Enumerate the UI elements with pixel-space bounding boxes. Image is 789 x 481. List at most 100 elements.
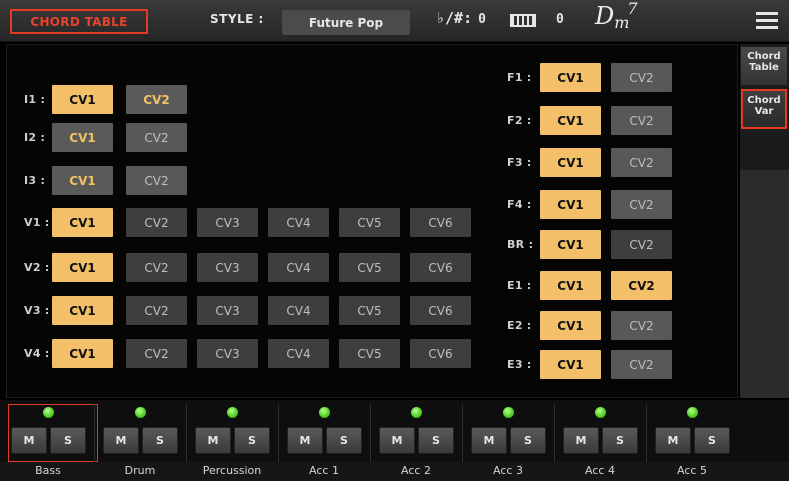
- mute-button[interactable]: M: [655, 427, 691, 454]
- track-percussion[interactable]: M S Percussion: [186, 400, 278, 481]
- cv-button-i2-cv2[interactable]: CV2: [126, 123, 187, 152]
- mute-button[interactable]: M: [103, 427, 139, 454]
- cv-button-f2-cv1[interactable]: CV1: [540, 106, 601, 135]
- cv-button-v3-cv6[interactable]: CV6: [410, 296, 471, 325]
- cv-button-v1-cv3[interactable]: CV3: [197, 208, 258, 237]
- cv-button-v1-cv4[interactable]: CV4: [268, 208, 329, 237]
- cv-button-v4-cv2[interactable]: CV2: [126, 339, 187, 368]
- cv-button-v4-cv4[interactable]: CV4: [268, 339, 329, 368]
- cv-button-f1-cv2[interactable]: CV2: [611, 63, 672, 92]
- tab-chord-table[interactable]: Chord Table: [741, 47, 787, 85]
- cv-button-v2-cv4[interactable]: CV4: [268, 253, 329, 282]
- mute-button[interactable]: M: [195, 427, 231, 454]
- solo-button[interactable]: S: [326, 427, 362, 454]
- cv-button-v1-cv1[interactable]: CV1: [52, 208, 113, 237]
- track-divider: [370, 404, 371, 462]
- track-bass[interactable]: M S Bass: [2, 400, 98, 481]
- style-label: STYLE :: [210, 12, 264, 26]
- solo-button[interactable]: S: [602, 427, 638, 454]
- cv-button-v2-cv2[interactable]: CV2: [126, 253, 187, 282]
- octave-value: 0: [556, 12, 564, 27]
- cv-button-e2-cv1[interactable]: CV1: [540, 311, 601, 340]
- side-tabs-empty: [740, 170, 789, 398]
- mute-button[interactable]: M: [471, 427, 507, 454]
- cv-button-v1-cv5[interactable]: CV5: [339, 208, 400, 237]
- chord-root: D: [595, 2, 615, 30]
- track-acc5[interactable]: M S Acc 5: [646, 400, 738, 481]
- cv-button-v4-cv3[interactable]: CV3: [197, 339, 258, 368]
- cv-button-v4-cv6[interactable]: CV6: [410, 339, 471, 368]
- cv-button-v2-cv3[interactable]: CV3: [197, 253, 258, 282]
- mute-button[interactable]: M: [11, 427, 47, 454]
- menu-icon[interactable]: [756, 12, 778, 30]
- track-led-icon: [135, 407, 146, 418]
- cv-button-f4-cv2[interactable]: CV2: [611, 190, 672, 219]
- cv-button-v4-cv1[interactable]: CV1: [52, 339, 113, 368]
- cv-button-v2-cv6[interactable]: CV6: [410, 253, 471, 282]
- cv-button-e2-cv2[interactable]: CV2: [611, 311, 672, 340]
- track-acc2[interactable]: M S Acc 2: [370, 400, 462, 481]
- track-led-icon: [687, 407, 698, 418]
- track-name: Bass: [35, 464, 61, 477]
- tab-chord-var[interactable]: Chord Var: [741, 89, 787, 129]
- cv-button-i2-cv1[interactable]: CV1: [52, 123, 113, 152]
- cv-button-br-cv2[interactable]: CV2: [611, 230, 672, 259]
- style-name-button[interactable]: Future Pop: [282, 10, 410, 35]
- cv-button-e3-cv1[interactable]: CV1: [540, 350, 601, 379]
- track-acc3[interactable]: M S Acc 3: [462, 400, 554, 481]
- solo-button[interactable]: S: [142, 427, 178, 454]
- track-led-icon: [43, 407, 54, 418]
- track-acc1[interactable]: M S Acc 1: [278, 400, 370, 481]
- cv-button-v2-cv5[interactable]: CV5: [339, 253, 400, 282]
- cv-button-i3-cv1[interactable]: CV1: [52, 166, 113, 195]
- cv-button-e1-cv2[interactable]: CV2: [611, 271, 672, 300]
- track-name: Percussion: [202, 464, 262, 477]
- mute-button[interactable]: M: [379, 427, 415, 454]
- cv-button-v3-cv2[interactable]: CV2: [126, 296, 187, 325]
- cv-button-i3-cv2[interactable]: CV2: [126, 166, 187, 195]
- chord-variation-panel: I1 : CV1 CV2 I2 : CV1 CV2 I3 : CV1 CV2 V1 : CV1 CV2…: [6, 44, 738, 398]
- mute-button[interactable]: M: [287, 427, 323, 454]
- cv-button-v3-cv5[interactable]: CV5: [339, 296, 400, 325]
- cv-button-f4-cv1[interactable]: CV1: [540, 190, 601, 219]
- track-acc4[interactable]: M S Acc 4: [554, 400, 646, 481]
- cv-button-v3-cv4[interactable]: CV4: [268, 296, 329, 325]
- track-name: Acc 4: [585, 464, 615, 477]
- cv-button-e3-cv2[interactable]: CV2: [611, 350, 672, 379]
- cv-button-e1-cv1[interactable]: CV1: [540, 271, 601, 300]
- side-tabs: Chord Table Chord Var: [740, 44, 789, 398]
- chord-display: Dm7: [595, 0, 640, 32]
- cv-button-v4-cv5[interactable]: CV5: [339, 339, 400, 368]
- cv-button-v1-cv6[interactable]: CV6: [410, 208, 471, 237]
- track-strip: M S Bass M S Drum M S Percussion M S Acc 1 M S Acc 2MS…: [0, 400, 789, 481]
- transpose-display[interactable]: ♭/#: 0: [436, 9, 486, 27]
- cv-button-v3-cv3[interactable]: CV3: [197, 296, 258, 325]
- track-name: Acc 5: [677, 464, 707, 477]
- page-title-button[interactable]: CHORD TABLE: [10, 9, 148, 34]
- track-led-icon: [227, 407, 238, 418]
- cv-button-f3-cv1[interactable]: CV1: [540, 148, 601, 177]
- solo-button[interactable]: S: [418, 427, 454, 454]
- solo-button[interactable]: S: [50, 427, 86, 454]
- track-led-icon: [411, 407, 422, 418]
- cv-button-f2-cv2[interactable]: CV2: [611, 106, 672, 135]
- cv-button-br-cv1[interactable]: CV1: [540, 230, 601, 259]
- cv-button-i1-cv1[interactable]: CV1: [52, 85, 113, 114]
- track-led-icon: [319, 407, 330, 418]
- cv-button-f3-cv2[interactable]: CV2: [611, 148, 672, 177]
- mute-button[interactable]: M: [563, 427, 599, 454]
- cv-button-v2-cv1[interactable]: CV1: [52, 253, 113, 282]
- track-divider: [462, 404, 463, 462]
- solo-button[interactable]: S: [234, 427, 270, 454]
- track-drum[interactable]: M S Drum: [94, 400, 186, 481]
- transpose-value: 0: [478, 12, 486, 27]
- cv-button-v3-cv1[interactable]: CV1: [52, 296, 113, 325]
- cv-button-f1-cv1[interactable]: CV1: [540, 63, 601, 92]
- track-divider: [94, 404, 95, 462]
- cv-button-v1-cv2[interactable]: CV2: [126, 208, 187, 237]
- solo-button[interactable]: S: [694, 427, 730, 454]
- solo-button[interactable]: S: [510, 427, 546, 454]
- track-name: Acc 2: [401, 464, 431, 477]
- cv-button-i1-cv2[interactable]: CV2: [126, 85, 187, 114]
- track-name: Drum: [124, 464, 156, 477]
